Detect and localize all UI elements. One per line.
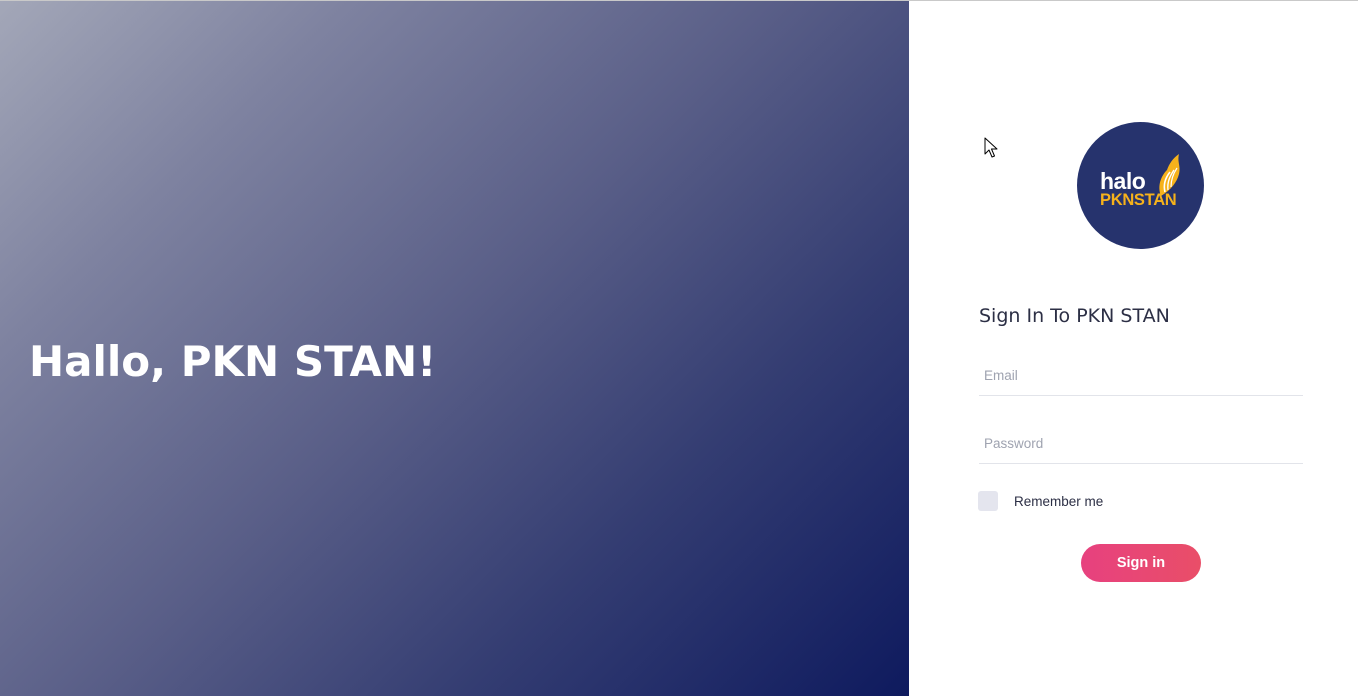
email-field[interactable] xyxy=(979,356,1303,396)
login-panel: halo PKNSTAN Sign In To PKN STAN Remembe… xyxy=(909,1,1358,696)
remember-me[interactable]: Remember me xyxy=(978,491,1103,511)
logo: halo PKNSTAN xyxy=(1077,122,1204,249)
mouse-pointer-icon xyxy=(984,137,998,158)
login-page: Hallo, PKN STAN! halo PKNSTAN Sign In To… xyxy=(0,0,1358,696)
remember-me-label: Remember me xyxy=(1014,493,1104,509)
wing-icon xyxy=(1159,154,1180,196)
password-field[interactable] xyxy=(979,424,1303,464)
remember-me-checkbox[interactable] xyxy=(978,491,998,511)
sign-in-button[interactable]: Sign in xyxy=(1081,544,1201,582)
hero-title: Hallo, PKN STAN! xyxy=(29,337,437,386)
signin-heading: Sign In To PKN STAN xyxy=(979,305,1170,327)
logo-text-pknstan: PKNSTAN xyxy=(1100,191,1177,209)
hero-panel: Hallo, PKN STAN! xyxy=(0,1,909,696)
